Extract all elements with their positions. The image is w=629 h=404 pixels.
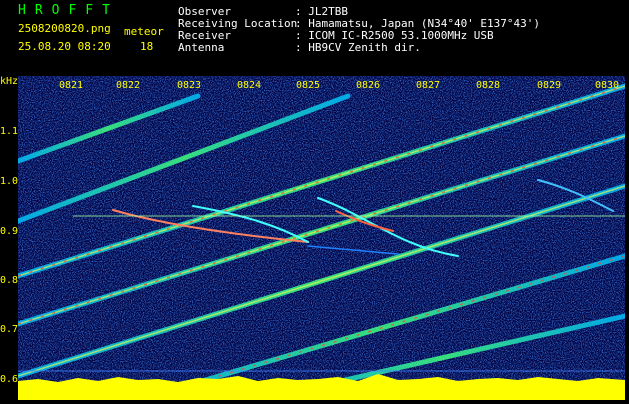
header-panel: HROFFT 2508200820.png meteor 25.08.20 08…: [0, 0, 629, 73]
time-tick: 0827: [416, 80, 441, 91]
time-tick: 0824: [237, 80, 262, 91]
freq-tick: 1.1: [0, 126, 19, 137]
datetime: 25.08.20 08:20: [18, 40, 111, 53]
freq-tick: 0.7: [0, 324, 19, 335]
info-label-location: Receiving Location: [178, 17, 298, 30]
info-value-location: : Hamamatsu, Japan (N34°40' E137°43'): [295, 17, 541, 30]
time-tick: 0829: [537, 80, 562, 91]
info-label-antenna: Antenna: [178, 41, 225, 54]
freq-tick: 0.8: [0, 275, 19, 286]
time-tick: 0822: [116, 80, 141, 91]
info-label-receiver: Receiver: [178, 29, 231, 42]
time-tick: 0826: [356, 80, 381, 91]
info-value-observer: : JL2TBB: [295, 5, 348, 18]
filename: 2508200820.png: [18, 22, 111, 35]
time-tick: 0828: [476, 80, 501, 91]
spectrogram-panel: [15, 76, 628, 403]
brand-title: HROFFT: [18, 3, 119, 18]
time-tick: 0825: [296, 80, 321, 91]
info-value-receiver: : ICOM IC-R2500 53.1000MHz USB: [295, 29, 494, 42]
time-tick: 0823: [177, 80, 202, 91]
time-tick: 0830: [595, 80, 620, 91]
time-tick: 0821: [59, 80, 84, 91]
spectrogram-image: [15, 76, 628, 403]
info-label-observer: Observer: [178, 5, 231, 18]
freq-unit-label: kHz: [0, 76, 19, 87]
info-value-antenna: : HB9CV Zenith dir.: [295, 41, 421, 54]
meteor-label: meteor: [124, 25, 164, 38]
meteor-count: 18: [140, 40, 154, 53]
freq-tick: 0.9: [0, 226, 19, 237]
freq-tick: 1.0: [0, 176, 19, 187]
freq-tick: 0.6: [0, 374, 19, 385]
